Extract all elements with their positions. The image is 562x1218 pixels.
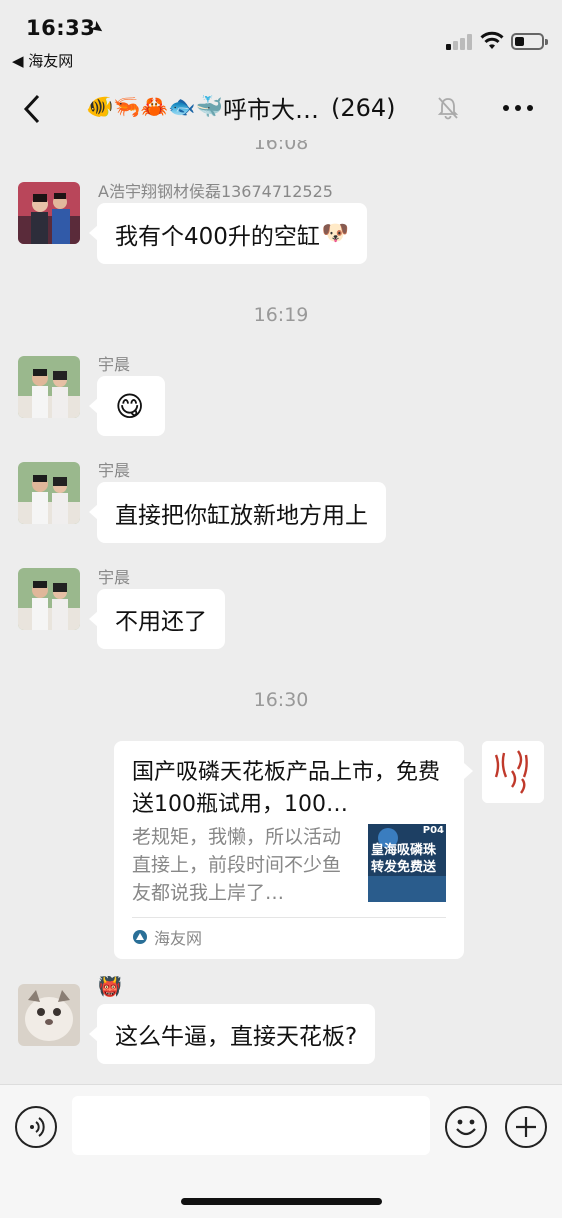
wifi-icon: [480, 31, 504, 49]
link-card-source: 海友网: [132, 925, 202, 949]
sender-name: 宇晨: [98, 355, 131, 374]
message-input[interactable]: [72, 1096, 430, 1155]
avatar[interactable]: [18, 182, 80, 244]
thumbnail-caption: 皇海吸磷珠转发免费送: [371, 843, 437, 875]
sender-name: 宇晨: [98, 568, 131, 587]
sender-name: A浩宇翔钢材侯磊13674712525: [98, 182, 333, 201]
thumbnail-tag: P04: [422, 825, 444, 836]
message-bubble[interactable]: 不用还了: [89, 589, 225, 649]
timestamp: 16:08: [253, 140, 309, 154]
plus-icon: [516, 1117, 536, 1137]
message-bubble[interactable]: 直接把你缸放新地方用上: [89, 482, 386, 543]
avatar[interactable]: [18, 462, 80, 524]
title-emoji: 🐠🦐🦀🐟🐳: [86, 95, 223, 120]
divider: [132, 917, 446, 918]
message-text: 不用还了: [115, 609, 207, 635]
chat-header: 🐠🦐🦀🐟🐳 呼市大… (264): [0, 78, 562, 140]
my-avatar[interactable]: [482, 741, 544, 803]
battery-icon: [511, 33, 548, 50]
timestamp: 16:19: [253, 304, 309, 326]
link-card[interactable]: 国产吸磷天花板产品上市，免费送100瓶试用，100… 老规矩，我懒，所以活动直接…: [114, 741, 473, 959]
source-logo-icon: [133, 930, 147, 944]
chat-title[interactable]: 🐠🦐🦀🐟🐳 呼市大… (264): [86, 90, 396, 125]
message-text: 我有个400升的空缸: [115, 223, 320, 250]
voice-input-button[interactable]: [15, 1106, 57, 1148]
link-card-title: 国产吸磷天花板产品上市，免费送100瓶试用，100…: [132, 760, 441, 817]
member-count: (264): [330, 93, 396, 122]
muted-bell-icon: [437, 97, 459, 120]
message-text: 直接把你缸放新地方用上: [115, 502, 368, 529]
timestamp: 16:30: [253, 689, 309, 711]
status-time: 16:33: [26, 16, 96, 40]
back-chevron-icon[interactable]: [20, 92, 44, 126]
more-options-button[interactable]: [503, 105, 533, 111]
message-bubble[interactable]: 这么牛逼，直接天花板?: [88, 1004, 376, 1064]
message-list[interactable]: 16:08 A浩宇翔钢材侯磊13674712525 我有个400升的空缸 🐶 16…: [0, 140, 562, 1084]
message-emoji: 🐶: [321, 221, 350, 246]
smiley-icon: [456, 1119, 476, 1136]
more-functions-button[interactable]: [505, 1106, 547, 1148]
group-name: 呼市大…: [222, 96, 319, 124]
sender-name: 宇晨: [98, 461, 131, 480]
home-indicator[interactable]: [181, 1198, 382, 1205]
avatar[interactable]: [18, 356, 80, 418]
avatar[interactable]: [18, 568, 80, 630]
sticker-emoji: 😋: [115, 389, 145, 423]
back-to-app-link[interactable]: ◀ 海友网: [12, 50, 73, 71]
link-card-thumbnail: P04 皇海吸磷珠转发免费送: [368, 824, 446, 902]
voice-wave-icon: [30, 1117, 45, 1137]
emoji-button[interactable]: [445, 1106, 487, 1148]
message-bubble[interactable]: 我有个400升的空缸 🐶: [88, 203, 368, 264]
cellular-signal-icon: [446, 34, 472, 50]
status-bar: 16:33 ➤ ◀ 海友网: [0, 0, 562, 78]
message-bubble[interactable]: 😋: [89, 376, 165, 436]
sender-name-emoji: 👹: [98, 976, 122, 998]
link-card-description: 老规矩，我懒，所以活动直接上，前段时间不少鱼友都说我上岸了…: [132, 826, 342, 904]
message-text: 这么牛逼，直接天花板?: [115, 1024, 358, 1050]
source-name: 海友网: [154, 929, 203, 948]
avatar[interactable]: [18, 984, 80, 1046]
